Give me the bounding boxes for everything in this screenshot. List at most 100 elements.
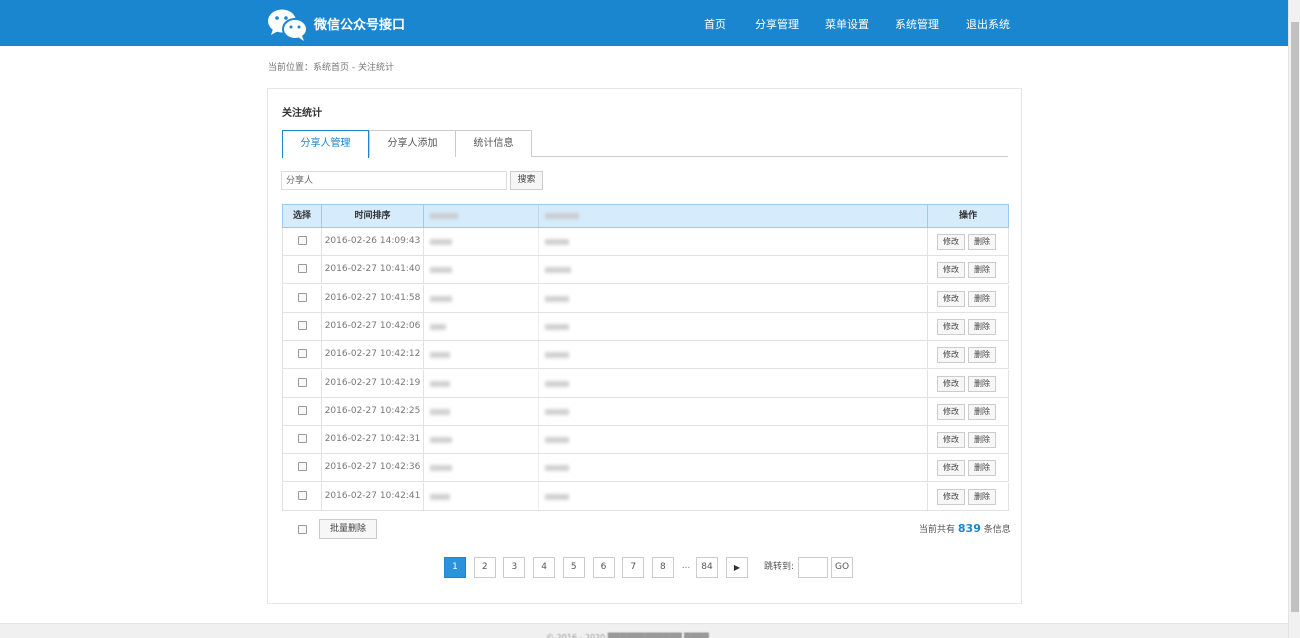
row-checkbox[interactable] [297,462,307,472]
nav-share-management[interactable]: 分享管理 [755,16,799,32]
delete-button[interactable]: 删除 [968,375,996,392]
row-select-cell [283,228,322,255]
page-7-button[interactable]: 7 [622,557,645,578]
edit-button[interactable]: 修改 [937,318,965,335]
edit-button[interactable]: 修改 [937,347,965,364]
row-checkbox[interactable] [297,490,307,500]
delete-button[interactable]: 删除 [968,262,996,279]
row-redacted-2 [539,454,601,481]
wechat-logo-icon [268,9,308,41]
row-select-cell [283,256,322,284]
edit-button[interactable]: 修改 [937,460,965,477]
delete-button[interactable]: 删除 [968,460,996,477]
row-redacted-1 [424,426,539,454]
delete-button[interactable]: 删除 [968,347,996,364]
select-all-checkbox[interactable] [298,525,307,534]
row-redacted-1 [424,284,539,312]
row-checkbox[interactable] [297,377,307,387]
tab-statistics[interactable]: 统计信息 [455,130,532,157]
row-select-cell [283,369,322,397]
row-time: 2016-02-27 10:41:40 [322,256,424,284]
edit-button[interactable]: 修改 [937,488,965,505]
edit-button[interactable]: 修改 [937,262,965,279]
row-checkbox[interactable] [297,349,307,359]
edit-button[interactable]: 修改 [937,290,965,307]
edit-button[interactable]: 修改 [937,234,965,250]
row-redacted-2 [539,313,601,340]
page-6-button[interactable]: 6 [592,557,615,578]
header-time-sort[interactable]: 时间排序 [322,205,424,227]
page-8-button[interactable]: 8 [651,557,674,578]
table-row: 2016-02-27 10:41:58 修改 删除 [282,284,1010,313]
row-checkbox[interactable] [297,236,307,245]
row-time: 2016-02-27 10:42:06 [322,312,424,340]
edit-button[interactable]: 修改 [937,432,965,449]
delete-button[interactable]: 删除 [968,488,996,505]
page-5-button[interactable]: 5 [562,557,585,578]
row-checkbox[interactable] [297,434,307,444]
row-operations: 修改 删除 [927,369,1010,397]
nav-menu-settings[interactable]: 菜单设置 [825,16,869,32]
tab-sharer-add[interactable]: 分享人添加 [369,130,456,157]
pagination-ellipsis: ... [681,561,691,571]
header-operations: 操作 [927,205,1008,227]
search-button[interactable]: 搜索 [510,171,543,190]
row-redacted-1 [424,454,539,482]
edit-button[interactable]: 修改 [937,375,965,392]
row-checkbox[interactable] [297,320,307,330]
tab-sharer-management[interactable]: 分享人管理 [282,130,369,158]
delete-button[interactable]: 删除 [968,432,996,449]
delete-button[interactable]: 删除 [968,234,996,250]
row-redacted-2 [539,256,601,283]
row-redacted-2 [539,370,601,397]
row-redacted-1 [424,228,539,255]
page-last-button[interactable]: 84 [696,557,718,578]
header-redacted-1 [424,205,539,227]
row-redacted-1 [424,256,539,284]
jump-page-input[interactable] [798,557,828,578]
row-time: 2016-02-27 10:42:41 [322,482,424,510]
total-suffix: 条信息 [983,525,1011,535]
nav-system-management[interactable]: 系统管理 [895,16,939,32]
search-input[interactable]: 分享人 [281,171,507,190]
breadcrumb: 当前位置：系统首页 - 关注统计 [268,63,394,73]
delete-button[interactable]: 删除 [968,290,996,307]
table-row: 2016-02-27 10:42:12 修改 删除 [282,341,1010,370]
table-row: 2016-02-27 10:42:06 修改 删除 [282,312,1010,341]
page-3-button[interactable]: 3 [503,557,526,578]
bulk-delete-button[interactable]: 批量删除 [319,519,377,539]
row-time: 2016-02-26 14:09:43 [322,228,424,255]
row-select-cell [283,341,322,369]
row-operations: 修改 删除 [927,256,1010,284]
page-2-button[interactable]: 2 [473,557,496,578]
row-checkbox[interactable] [297,292,307,302]
row-time: 2016-02-27 10:41:58 [322,284,424,312]
table-row: 2016-02-27 10:42:41 修改 删除 [282,482,1009,511]
next-page-icon[interactable]: ▶ [726,557,748,578]
nav-logout[interactable]: 退出系统 [966,16,1010,32]
delete-button[interactable]: 删除 [968,403,996,420]
brand-title: 微信公众号接口 [314,18,406,33]
page-1-button[interactable]: 1 [444,557,466,578]
row-checkbox[interactable] [297,264,307,274]
row-select-cell [283,312,322,340]
row-operations: 修改 删除 [927,341,1010,369]
row-redacted-2 [539,483,601,510]
page-4-button[interactable]: 4 [533,557,556,578]
row-operations: 修改 删除 [927,284,1010,312]
row-redacted-2 [539,426,601,453]
table-row: 2016-02-27 10:42:36 修改 删除 [282,454,1009,483]
total-prefix: 当前共有 [919,525,956,535]
scrollbar-thumb[interactable] [1291,22,1299,612]
row-select-cell [283,426,322,454]
vertical-scrollbar[interactable] [1288,0,1300,638]
row-operations: 修改 删除 [927,312,1010,340]
header-redacted-2 [539,205,601,227]
row-checkbox[interactable] [297,405,307,415]
go-button[interactable]: GO [831,557,853,578]
nav-home[interactable]: 首页 [704,16,726,32]
row-redacted-1 [424,397,539,425]
delete-button[interactable]: 删除 [968,318,996,335]
edit-button[interactable]: 修改 [937,403,965,420]
row-time: 2016-02-27 10:42:36 [322,454,424,482]
